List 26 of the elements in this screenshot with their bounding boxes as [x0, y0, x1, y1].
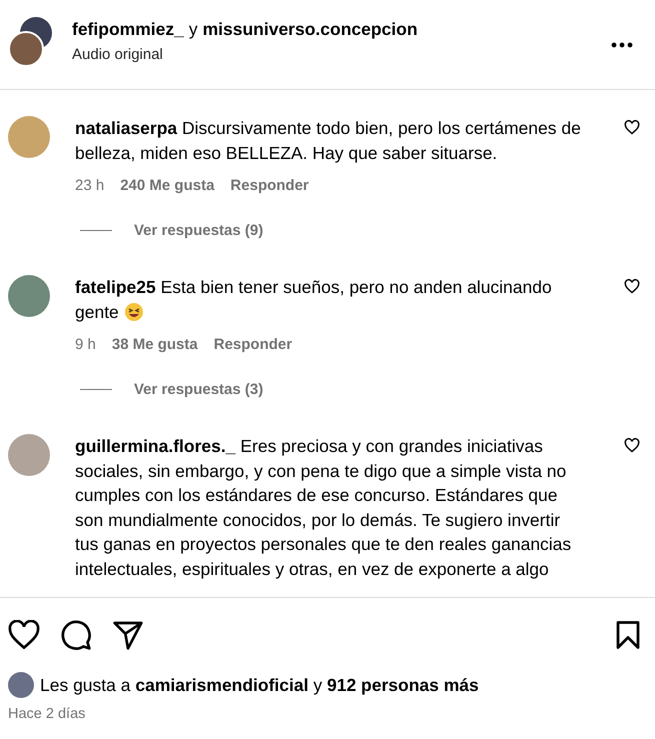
username-link[interactable]: missuniverso.concepcion [202, 18, 418, 40]
likes-text[interactable]: Les gusta a camiarismendioficial y 912 personas más [40, 674, 479, 696]
like-count[interactable]: 38 Me gusta [112, 336, 198, 353]
more-options-icon[interactable] [611, 42, 633, 48]
comment-time: 23 h [75, 177, 104, 194]
avatar[interactable] [8, 672, 34, 698]
heart-icon[interactable] [624, 438, 640, 453]
like-count[interactable]: 240 Me gusta [120, 177, 214, 194]
comment-text: guillermina.flores._ Eres preciosa y con grandes iniciativas sociales, sin embargo, y con pena te digo que a simple vista no cumples con los estándares de ese concurso. Estándares que son mundialmente conocidos, por lo demás. Te sugiero invertir tus ganas en proyectos personales que te den reales ganancias intelectuales, espirituales y otras, en vez de exponerte a algo [75, 435, 572, 581]
post-date: Hace 2 días [7, 705, 86, 722]
comment-icon[interactable] [60, 619, 92, 651]
audio-label[interactable]: Audio original [72, 46, 611, 62]
comment-text: nataliaserpa Discursivamente todo bien, pero los certámenes de belleza, miden eso BELLEZA. Hay que saber situarse. [75, 117, 581, 165]
heart-icon[interactable] [8, 620, 40, 650]
heart-icon[interactable] [624, 279, 640, 294]
view-replies-link[interactable]: Ver respuestas (9) [134, 222, 264, 239]
reply-link[interactable]: Responder [230, 177, 309, 194]
comment-time: 9 h [75, 336, 96, 353]
conjunction-text: y [188, 18, 198, 40]
comment-text: fatelipe25 Esta bien tener sueños, pero no anden alucinando gente [75, 276, 553, 324]
share-icon[interactable] [112, 620, 144, 650]
heart-icon[interactable] [624, 120, 640, 135]
view-replies-link[interactable]: Ver respuestas (3) [134, 381, 264, 398]
username-link[interactable]: fefipommiez_ [72, 18, 184, 40]
bookmark-icon[interactable] [615, 620, 641, 650]
reply-link[interactable]: Responder [214, 336, 292, 353]
